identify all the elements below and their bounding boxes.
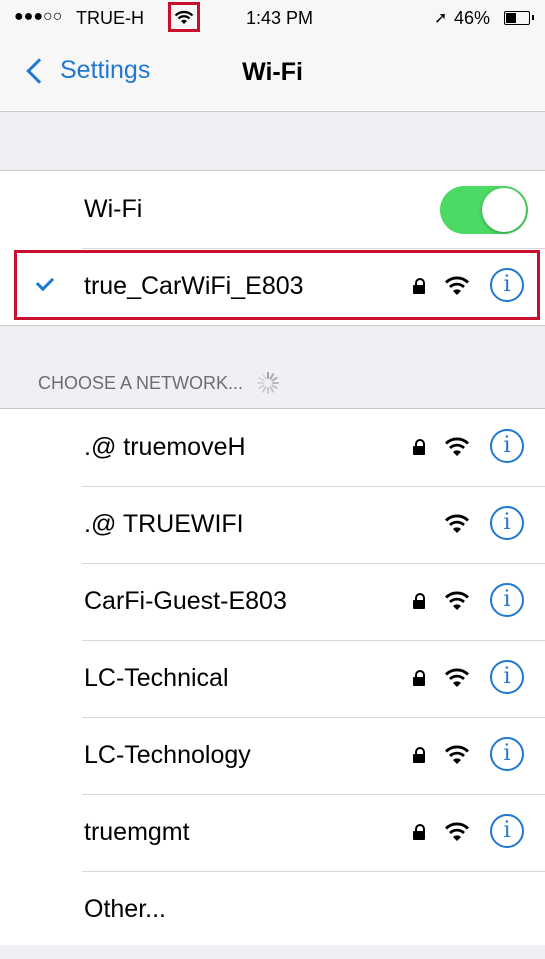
location-arrow-icon: ➚ [434,10,448,27]
wifi-toggle-label: Wi-Fi [84,195,143,223]
network-name: LC-Technical [84,664,229,692]
lock-icon [413,439,425,455]
status-bar: ●●●○○ TRUE-H 1:43 PM ➚ 46% [0,0,545,38]
lock-icon [413,593,425,609]
wifi-signal-icon [444,743,470,770]
wifi-settings-group: Wi-Fi true_CarWiFi_E803 i [0,170,545,326]
info-icon[interactable]: i [490,268,524,302]
network-name: .@ truemoveH [84,433,246,461]
battery-icon [504,11,534,25]
lock-icon [413,824,425,840]
loading-spinner-icon [257,372,280,394]
wifi-signal-icon [444,666,470,693]
bottom-spacer [0,945,545,959]
battery-percentage: 46% [454,8,491,28]
choose-network-label: CHOOSE A NETWORK... [38,372,244,393]
network-name: .@ TRUEWIFI [84,510,244,538]
network-row[interactable]: .@ truemoveH i [0,409,545,486]
lock-icon [413,747,425,763]
network-name: truemgmt [84,818,190,846]
network-row[interactable]: CarFi-Guest-E803 i [0,563,545,640]
network-row[interactable]: truemgmt i [0,794,545,871]
carrier-name: TRUE-H [76,8,144,28]
network-name: CarFi-Guest-E803 [84,587,287,615]
wifi-signal-icon [444,589,470,616]
wifi-signal-icon [444,274,470,301]
info-icon[interactable]: i [490,737,524,771]
wifi-toggle-switch[interactable] [440,186,528,234]
wifi-signal-icon [444,820,470,847]
info-icon[interactable]: i [490,814,524,848]
info-icon[interactable]: i [490,506,524,540]
checkmark-icon [35,272,55,292]
navigation-bar: Settings Wi-Fi [0,38,545,112]
connected-network-row[interactable]: true_CarWiFi_E803 i [0,248,545,325]
info-icon[interactable]: i [490,583,524,617]
section-header: CHOOSE A NETWORK... [38,372,280,394]
lock-icon [413,278,425,294]
page-title: Wi-Fi [242,58,303,86]
info-icon[interactable]: i [490,660,524,694]
network-row[interactable]: LC-Technology i [0,717,545,794]
network-row[interactable]: .@ TRUEWIFI i [0,486,545,563]
network-name: LC-Technology [84,741,251,769]
network-row[interactable]: LC-Technical i [0,640,545,717]
signal-strength-dots: ●●●○○ [14,8,63,25]
other-network-row[interactable]: Other... [0,871,545,948]
status-wifi-icon [168,2,200,32]
wifi-signal-icon [444,512,470,539]
network-name: Other... [84,895,166,923]
wifi-toggle-row: Wi-Fi [0,171,545,248]
connected-network-name: true_CarWiFi_E803 [84,272,304,300]
lock-icon [413,670,425,686]
wifi-signal-icon [444,435,470,462]
network-list: .@ truemoveH i .@ TRUEWIFI i CarFi-Guest-E80… [0,408,545,949]
info-icon[interactable]: i [490,429,524,463]
status-time: 1:43 PM [246,8,314,28]
